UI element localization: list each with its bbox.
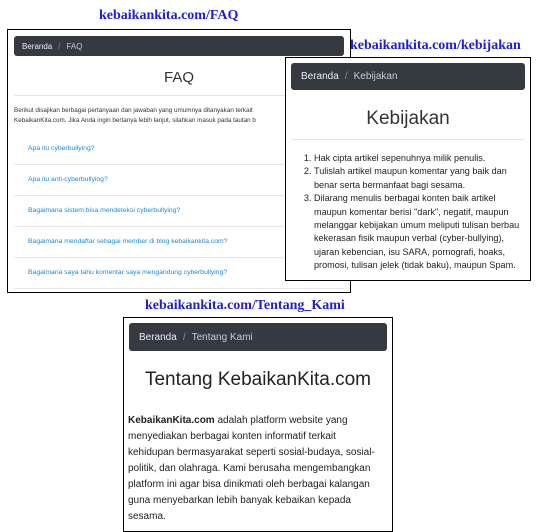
kebijakan-page-title: Kebijakan [291, 108, 525, 140]
breadcrumb-separator: / [182, 331, 186, 343]
kebijakan-policy-list: Hak cipta artikel sepenuhnya milik penul… [286, 152, 530, 273]
policy-item: Dilarang menulis berbagai konten baik ar… [314, 192, 524, 272]
breadcrumb-current: Kebijakan [353, 71, 398, 82]
kebijakan-breadcrumb: Beranda / Kebijakan [291, 63, 525, 90]
kebijakan-url-label: kebaikankita.com/kebijakan [350, 38, 521, 53]
tentang-page-title: Tentang KebaikanKita.com [144, 369, 372, 390]
policy-item: Hak cipta artikel sepenuhnya milik penul… [314, 152, 524, 165]
breadcrumb-separator: / [58, 41, 61, 51]
faq-url-label: kebaikankita.com/FAQ [99, 8, 239, 23]
tentang-description: KebaikanKita.com adalah platform website… [128, 413, 384, 525]
breadcrumb-home-link[interactable]: Beranda [22, 42, 52, 51]
faq-breadcrumb: Beranda / FAQ [14, 36, 344, 56]
breadcrumb-home-link[interactable]: Beranda [139, 332, 177, 343]
site-name-bold: KebaikanKita.com [128, 415, 215, 426]
kebijakan-screenshot-panel: Beranda / Kebijakan Kebijakan Hak cipta … [285, 57, 531, 281]
tentang-screenshot-panel: Beranda / Tentang Kami Tentang KebaikanK… [123, 317, 393, 532]
tentang-url-label: kebaikankita.com/Tentang_Kami [145, 298, 345, 313]
policy-item: Tulislah artikel maupun komentar yang ba… [314, 165, 524, 192]
breadcrumb-current: FAQ [66, 41, 83, 51]
breadcrumb-separator: / [344, 71, 348, 82]
tentang-breadcrumb: Beranda / Tentang Kami [129, 323, 387, 351]
tentang-description-text: adalah platform website yang menyediakan… [128, 415, 375, 522]
breadcrumb-current: Tentang Kami [191, 331, 253, 343]
breadcrumb-home-link[interactable]: Beranda [301, 71, 339, 82]
